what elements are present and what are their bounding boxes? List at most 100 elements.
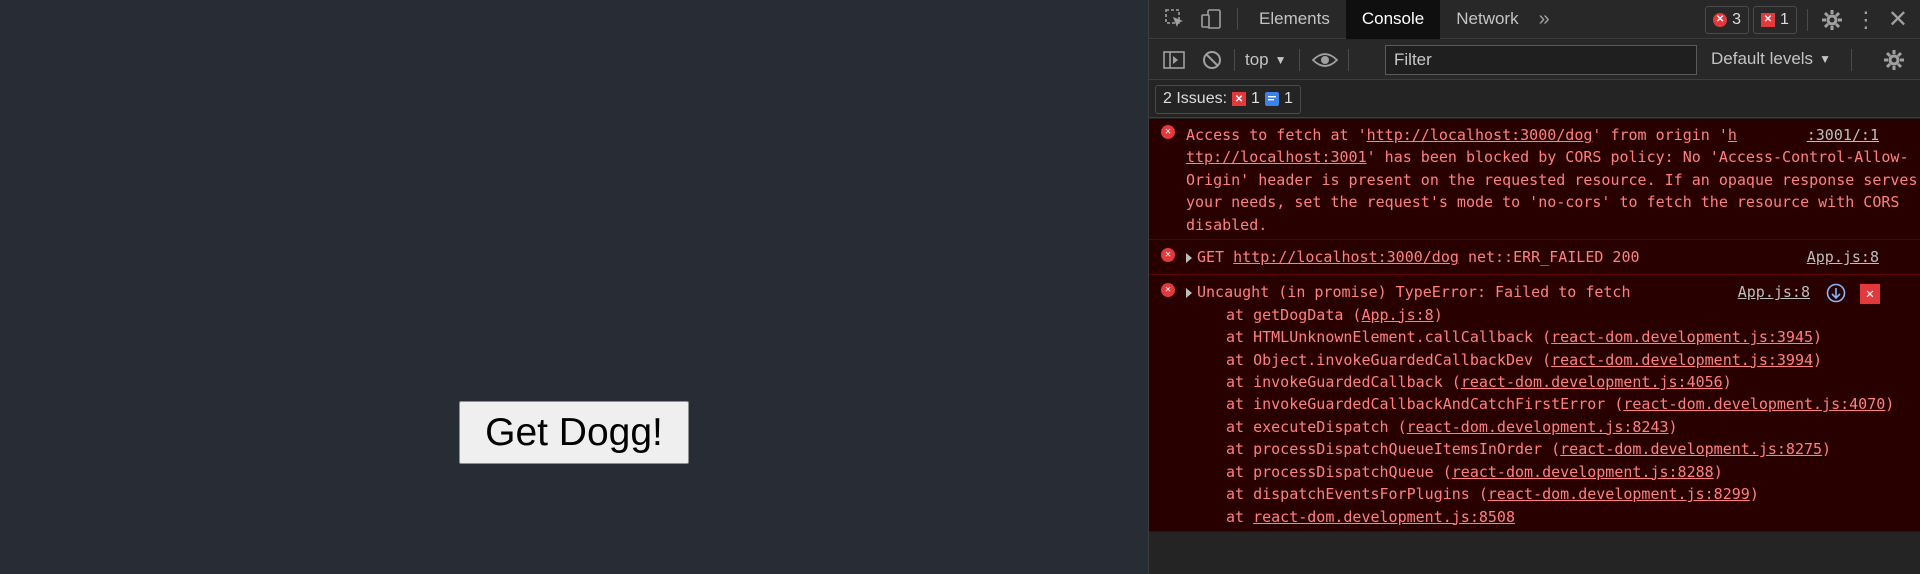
stack-frame-function: at processDispatchQueue ( bbox=[1226, 462, 1452, 481]
stack-frame-link[interactable]: App.js:8 bbox=[1361, 306, 1433, 324]
issue-error-icon[interactable]: ✕ bbox=[1860, 284, 1880, 305]
device-toolbar-icon[interactable] bbox=[1199, 7, 1223, 31]
toolbar-separator-3 bbox=[1347, 48, 1349, 71]
cors-text-mid: ' from origin ' bbox=[1592, 126, 1728, 144]
gear-icon[interactable] bbox=[1820, 9, 1844, 31]
console-toolbar: top ▼ Default levels ▼ bbox=[1149, 40, 1920, 80]
clear-console-icon[interactable] bbox=[1202, 50, 1222, 70]
stack-trace: at getDogData (App.js:8) at HTMLUnknownEl… bbox=[1186, 304, 1920, 528]
issue-error-icon: ✕ bbox=[1760, 12, 1775, 27]
expand-triangle-icon[interactable] bbox=[1186, 252, 1192, 263]
stack-frame-end: ) bbox=[1822, 440, 1832, 459]
stack-frame: at invokeGuardedCallbackAndCatchFirstErr… bbox=[1186, 393, 1920, 415]
error-icon: ✕ bbox=[1161, 125, 1175, 139]
issues-button[interactable]: 2 Issues: ✕ 1 1 bbox=[1155, 84, 1301, 114]
filter-input[interactable] bbox=[1385, 45, 1697, 75]
stack-frame-link[interactable]: react-dom.development.js:8275 bbox=[1560, 440, 1822, 458]
sidebar-toggle-icon[interactable] bbox=[1163, 50, 1185, 70]
issues-count-badge[interactable]: ✕ 1 bbox=[1752, 5, 1797, 34]
issues-count: 1 bbox=[1779, 10, 1789, 28]
stack-frame: at Object.invokeGuardedCallbackDev (reac… bbox=[1186, 349, 1920, 371]
breakpoint-icon[interactable] bbox=[1826, 283, 1846, 309]
get-source-link[interactable]: App.js:8 bbox=[1807, 246, 1879, 268]
cors-source-link[interactable]: :3001/:1 bbox=[1807, 124, 1879, 146]
stack-frame-end: ) bbox=[1813, 350, 1823, 369]
context-label: top bbox=[1245, 49, 1269, 69]
stack-frame-function: at HTMLUnknownElement.callCallback ( bbox=[1226, 328, 1552, 347]
console-settings-gear-icon[interactable] bbox=[1883, 49, 1905, 71]
error-count: 3 bbox=[1732, 10, 1741, 28]
issues-info-count: 1 bbox=[1283, 90, 1293, 107]
get-method: GET bbox=[1197, 248, 1225, 267]
tabbar-separator bbox=[1237, 8, 1238, 30]
stack-frame-function: at processDispatchQueueItemsInOrder ( bbox=[1226, 440, 1561, 459]
tab-console[interactable]: Console bbox=[1345, 0, 1441, 39]
expand-triangle-icon[interactable] bbox=[1186, 287, 1192, 298]
stack-frame-function: at invokeGuardedCallbackAndCatchFirstErr… bbox=[1226, 395, 1624, 414]
get-url-link[interactable]: http://localhost:3000/dog bbox=[1233, 248, 1459, 266]
stack-frame-link[interactable]: react-dom.development.js:8508 bbox=[1253, 508, 1515, 526]
stack-frame-function: at invokeGuardedCallback ( bbox=[1226, 373, 1461, 392]
stack-frame-end: ) bbox=[1668, 417, 1678, 436]
kebab-menu-icon[interactable]: ⋮ bbox=[1855, 7, 1877, 33]
stack-frame-link[interactable]: react-dom.development.js:4070 bbox=[1623, 395, 1885, 413]
more-tabs-icon[interactable]: » bbox=[1539, 8, 1550, 31]
toolbar-separator bbox=[1234, 48, 1235, 71]
get-status: net::ERR_FAILED 200 bbox=[1467, 248, 1640, 267]
stack-frame: at invokeGuardedCallback (react-dom.deve… bbox=[1186, 371, 1920, 393]
error-icon: ✕ bbox=[1713, 12, 1728, 27]
stack-frame-link[interactable]: react-dom.development.js:8243 bbox=[1407, 418, 1669, 436]
inspect-element-icon[interactable] bbox=[1163, 7, 1187, 31]
stack-frame: at processDispatchQueueItemsInOrder (rea… bbox=[1186, 438, 1920, 460]
origin-link-fragment[interactable]: h bbox=[1728, 126, 1737, 144]
cors-text-prefix: Access to fetch at ' bbox=[1186, 126, 1367, 144]
stack-frame-end: ) bbox=[1713, 462, 1723, 481]
stack-frame-function: at dispatchEventsForPlugins ( bbox=[1226, 485, 1488, 504]
stack-frame-end: ) bbox=[1749, 485, 1759, 504]
tab-network[interactable]: Network bbox=[1440, 0, 1534, 39]
error-icon: ✕ bbox=[1161, 283, 1175, 298]
stack-frame-end: ) bbox=[1813, 328, 1823, 347]
stack-frame-function: at bbox=[1226, 507, 1254, 526]
app-viewport: Get Dogg! bbox=[0, 0, 1148, 574]
stack-frame-link[interactable]: react-dom.development.js:8288 bbox=[1452, 463, 1714, 481]
log-levels-dropdown[interactable]: Default levels ▼ bbox=[1711, 49, 1831, 69]
close-icon[interactable]: ✕ bbox=[1888, 5, 1908, 34]
typeerror-text: Uncaught (in promise) TypeError: Failed … bbox=[1197, 283, 1631, 302]
stack-frame-end: ) bbox=[1722, 373, 1732, 392]
stack-frame-link[interactable]: react-dom.development.js:4056 bbox=[1461, 373, 1723, 391]
context-selector[interactable]: top ▼ bbox=[1245, 50, 1287, 70]
stack-frame: at processDispatchQueue (react-dom.devel… bbox=[1186, 461, 1920, 483]
console-error-cors: ✕ Access to fetch at 'http://localhost:3… bbox=[1149, 119, 1920, 241]
origin-link[interactable]: ttp://localhost:3001 bbox=[1186, 148, 1367, 166]
levels-label: Default levels bbox=[1711, 49, 1814, 68]
tab-elements[interactable]: Elements bbox=[1243, 0, 1346, 39]
issues-bar: 2 Issues: ✕ 1 1 bbox=[1149, 81, 1920, 118]
stack-frame: at react-dom.development.js:8508 bbox=[1186, 506, 1920, 528]
tabbar-separator-2 bbox=[1806, 8, 1808, 31]
issue-info-icon bbox=[1264, 92, 1279, 106]
stack-frame: at HTMLUnknownElement.callCallback (reac… bbox=[1186, 326, 1920, 348]
stack-frame-function: at getDogData ( bbox=[1226, 305, 1362, 324]
typeerror-source-link[interactable]: App.js:8 bbox=[1738, 281, 1810, 303]
error-count-badge[interactable]: ✕ 3 bbox=[1705, 5, 1749, 34]
stack-frame: at getDogData (App.js:8) bbox=[1186, 304, 1920, 326]
error-icon: ✕ bbox=[1161, 248, 1175, 263]
issues-label: 2 Issues: bbox=[1163, 90, 1228, 107]
caret-down-icon: ▼ bbox=[1819, 52, 1831, 66]
toolbar-separator-2 bbox=[1298, 48, 1300, 71]
console-messages: ✕ Access to fetch at 'http://localhost:3… bbox=[1149, 119, 1920, 574]
devtools-tabbar: Elements Console Network » ✕ 3 ✕ 1 ⋮ ✕ bbox=[1149, 0, 1920, 39]
stack-frame-function: at Object.invokeGuardedCallbackDev ( bbox=[1226, 350, 1552, 369]
issue-error-icon: ✕ bbox=[1232, 92, 1247, 106]
stack-frame-end: ) bbox=[1433, 305, 1443, 324]
stack-frame-link[interactable]: react-dom.development.js:8299 bbox=[1488, 485, 1750, 503]
get-dogg-button[interactable]: Get Dogg! bbox=[459, 401, 689, 464]
stack-frame: at executeDispatch (react-dom.developmen… bbox=[1186, 416, 1920, 438]
live-expression-icon[interactable] bbox=[1311, 51, 1338, 69]
stack-frame: at dispatchEventsForPlugins (react-dom.d… bbox=[1186, 483, 1920, 505]
stack-frame-function: at executeDispatch ( bbox=[1226, 417, 1407, 436]
stack-frame-link[interactable]: react-dom.development.js:3945 bbox=[1551, 328, 1813, 346]
stack-frame-link[interactable]: react-dom.development.js:3994 bbox=[1551, 351, 1813, 369]
cors-url-link[interactable]: http://localhost:3000/dog bbox=[1367, 126, 1593, 144]
